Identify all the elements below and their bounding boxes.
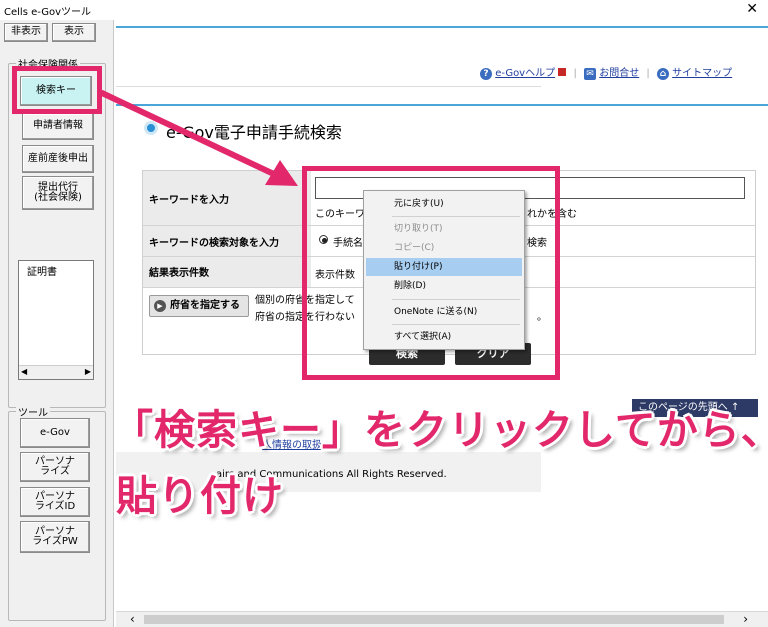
arrow-shaft	[99, 90, 281, 179]
instruction-caption-line2: 貼り付け	[116, 472, 284, 520]
instruction-caption-line1: 「検索キー」をクリックしてから、	[112, 406, 768, 454]
annotation-arrow	[99, 90, 298, 186]
